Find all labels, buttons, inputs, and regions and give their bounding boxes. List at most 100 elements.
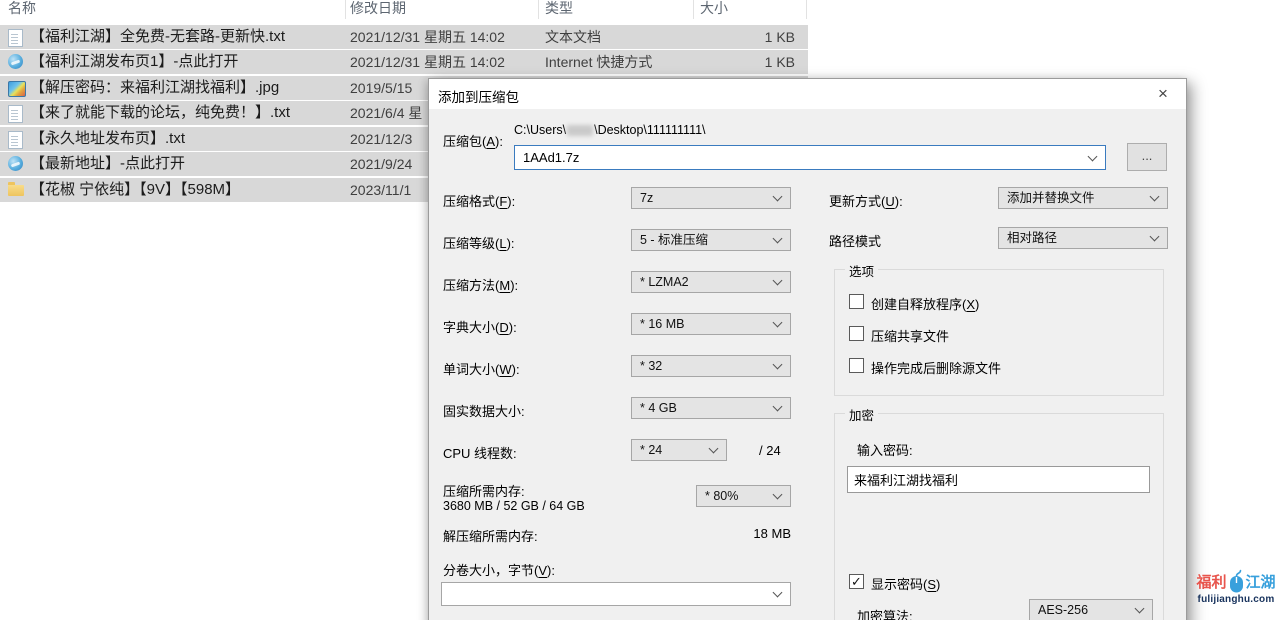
cpu-threads-label: CPU 线程数: <box>443 443 517 462</box>
format-label: 压缩格式(F): <box>443 191 515 210</box>
logo-text-left: 福利 <box>1196 571 1226 592</box>
file-date: 2023/11/1 <box>350 178 411 202</box>
password-label: 输入密码: <box>857 440 913 459</box>
cpu-threads-value: * 24 <box>640 443 662 457</box>
watermark-logo: 福利 江湖 fulijianghu.com <box>1192 566 1280 616</box>
method-value: * LZMA2 <box>640 275 689 289</box>
file-date: 2021/12/31 星期五 14:02 <box>350 25 505 49</box>
text-file-icon <box>8 105 23 123</box>
method-combobox[interactable]: * LZMA2 <box>631 271 791 293</box>
shared-files-checkbox[interactable] <box>849 326 864 341</box>
sfx-checkbox-label[interactable]: 创建自释放程序(X) <box>871 294 979 313</box>
file-date: 2021/9/24 <box>350 152 412 176</box>
file-date: 2021/6/4 星 <box>350 101 422 125</box>
memory-decompress-label: 解压缩所需内存: <box>443 526 538 545</box>
level-label: 压缩等级(L): <box>443 233 515 252</box>
memory-decompress-value: 18 MB <box>699 526 791 541</box>
chevron-down-icon[interactable] <box>1135 604 1145 614</box>
file-row[interactable]: 【福利江湖】全免费-无套路-更新快.txt 2021/12/31 星期五 14:… <box>0 25 808 49</box>
file-date: 2021/12/3 <box>350 127 412 151</box>
close-icon[interactable]: × <box>1146 81 1180 106</box>
check-icon: ✓ <box>851 574 862 589</box>
column-separator <box>806 0 807 19</box>
column-header-type[interactable]: 类型 <box>545 0 573 19</box>
logo-text-right: 江湖 <box>1246 571 1276 592</box>
file-type: Internet 快捷方式 <box>545 50 652 74</box>
solid-block-combobox[interactable]: * 4 GB <box>631 397 791 419</box>
show-password-label[interactable]: 显示密码(S) <box>871 574 940 593</box>
chevron-down-icon[interactable] <box>773 192 783 202</box>
file-size: 1 KB <box>700 25 795 49</box>
update-mode-combobox[interactable]: 添加并替换文件 <box>998 187 1168 209</box>
archive-name-value: 1AAd1.7z <box>523 150 579 165</box>
column-header-date[interactable]: 修改日期 <box>350 0 406 19</box>
dialog-titlebar[interactable]: 添加到压缩包 × <box>429 79 1186 109</box>
solid-block-label: 固实数据大小: <box>443 401 525 420</box>
file-name: 【福利江湖】全免费-无套路-更新快.txt <box>30 25 285 49</box>
file-name: 【来了就能下载的论坛，纯免费！】.txt <box>30 101 290 125</box>
update-mode-label: 更新方式(U): <box>829 191 903 210</box>
word-size-combobox[interactable]: * 32 <box>631 355 791 377</box>
chevron-down-icon[interactable] <box>773 318 783 328</box>
memory-compress-label: 压缩所需内存: <box>443 481 525 500</box>
file-name: 【永久地址发布页】.txt <box>30 127 185 151</box>
file-date: 2021/12/31 星期五 14:02 <box>350 50 505 74</box>
level-combobox[interactable]: 5 - 标准压缩 <box>631 229 791 251</box>
chevron-down-icon[interactable] <box>709 444 719 454</box>
chevron-down-icon[interactable] <box>1150 232 1160 242</box>
delete-after-checkbox[interactable] <box>849 358 864 373</box>
file-row[interactable]: 【福利江湖发布页1】-点此打开 2021/12/31 星期五 14:02 Int… <box>0 50 808 74</box>
shared-files-checkbox-label[interactable]: 压缩共享文件 <box>871 326 949 345</box>
memory-usage-value: * 80% <box>705 489 738 503</box>
chevron-down-icon[interactable] <box>773 588 783 598</box>
word-size-label: 单词大小(W): <box>443 359 520 378</box>
archive-name-combobox[interactable]: 1AAd1.7z <box>514 145 1106 170</box>
word-size-value: * 32 <box>640 359 662 373</box>
path-mode-value: 相对路径 <box>1007 231 1057 245</box>
archive-label: 压缩包(A): <box>443 131 503 150</box>
encryption-method-value: AES-256 <box>1038 603 1088 617</box>
column-header-size[interactable]: 大小 <box>700 0 728 19</box>
cpu-threads-max: / 24 <box>759 443 781 458</box>
text-file-icon <box>8 131 23 149</box>
encryption-method-combobox[interactable]: AES-256 <box>1029 599 1153 620</box>
format-combobox[interactable]: 7z <box>631 187 791 209</box>
logo-domain: fulijianghu.com <box>1192 594 1280 605</box>
desktop-screen: 名称 修改日期 类型 大小 【福利江湖】全免费-无套路-更新快.txt 2021… <box>0 0 1280 620</box>
chevron-down-icon[interactable] <box>773 402 783 412</box>
password-input[interactable] <box>847 466 1150 493</box>
encryption-group: 加密 输入密码: ✓ 显示密码(S) 加密算法: AES-256 <box>834 413 1164 620</box>
volume-size-combobox[interactable] <box>441 582 791 606</box>
chevron-down-icon[interactable] <box>1088 151 1098 161</box>
chevron-down-icon[interactable] <box>773 276 783 286</box>
delete-after-checkbox-label[interactable]: 操作完成后删除源文件 <box>871 358 1001 377</box>
chevron-down-icon[interactable] <box>773 490 783 500</box>
memory-usage-combobox[interactable]: * 80% <box>696 485 791 507</box>
dialog-title: 添加到压缩包 <box>438 86 519 106</box>
browse-button[interactable]: ... <box>1127 143 1167 171</box>
path-prefix: C:\Users\ <box>514 123 566 137</box>
format-value: 7z <box>640 191 653 205</box>
text-file-icon <box>8 29 23 47</box>
column-header-name[interactable]: 名称 <box>8 0 36 19</box>
level-value: 5 - 标准压缩 <box>640 233 708 247</box>
column-separator <box>693 0 694 19</box>
archive-path: C:\Users\\Desktop\111111111\ <box>514 123 706 137</box>
chevron-down-icon[interactable] <box>773 360 783 370</box>
mouse-icon <box>1228 568 1245 594</box>
show-password-checkbox[interactable]: ✓ <box>849 574 864 589</box>
internet-shortcut-icon <box>8 156 23 171</box>
solid-block-value: * 4 GB <box>640 401 677 415</box>
encryption-group-title: 加密 <box>845 405 878 424</box>
chevron-down-icon[interactable] <box>773 234 783 244</box>
column-separator <box>345 0 346 19</box>
sfx-checkbox[interactable] <box>849 294 864 309</box>
volume-size-label: 分卷大小，字节(V): <box>443 560 555 579</box>
dictionary-combobox[interactable]: * 16 MB <box>631 313 791 335</box>
chevron-down-icon[interactable] <box>1150 192 1160 202</box>
cpu-threads-combobox[interactable]: * 24 <box>631 439 727 461</box>
file-name: 【解压密码：来福利江湖找福利】.jpg <box>30 76 279 100</box>
file-date: 2019/5/15 <box>350 76 412 100</box>
path-mode-combobox[interactable]: 相对路径 <box>998 227 1168 249</box>
image-file-icon <box>8 81 26 97</box>
